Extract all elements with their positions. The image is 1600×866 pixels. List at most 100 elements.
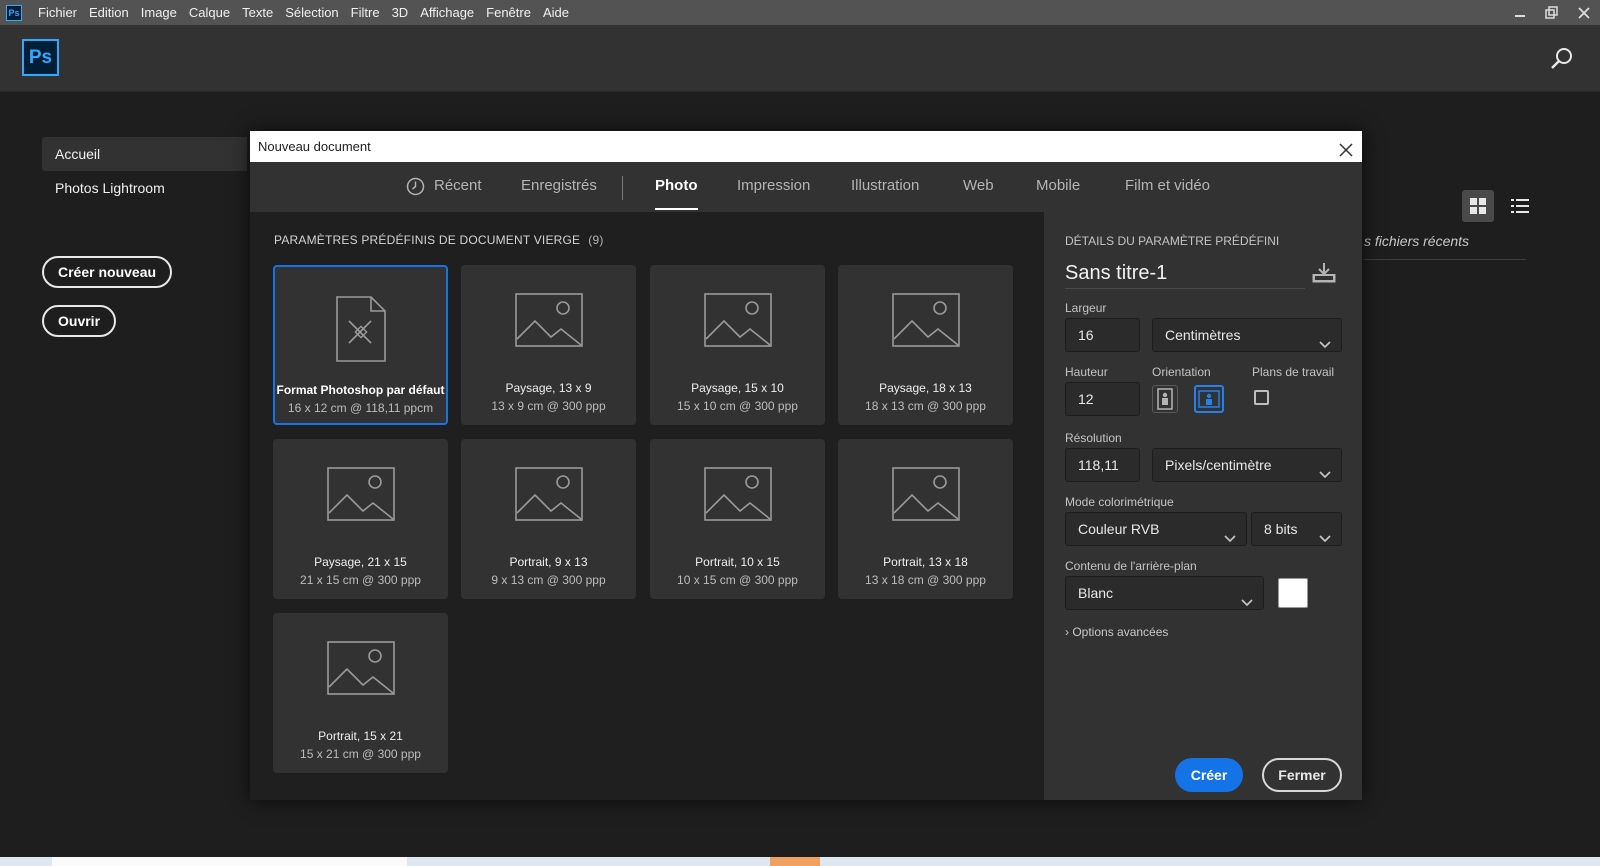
presets-count: (9)	[588, 233, 604, 247]
save-preset-icon[interactable]	[1312, 262, 1336, 284]
artboards-checkbox[interactable]	[1254, 390, 1269, 405]
preset-card[interactable]: Paysage, 18 x 13 18 x 13 cm @ 300 ppp	[838, 265, 1013, 425]
bit-depth-select[interactable]: 8 bits	[1251, 512, 1342, 546]
preset-name: Paysage, 18 x 13	[879, 381, 972, 395]
background-color-swatch[interactable]	[1278, 578, 1308, 608]
resolution-label: Résolution	[1065, 431, 1122, 445]
height-input[interactable]: 12	[1065, 382, 1140, 416]
preset-card[interactable]: Portrait, 9 x 13 9 x 13 cm @ 300 ppp	[461, 439, 636, 599]
preset-details-panel: DÉTAILS DU PARAMÈTRE PRÉDÉFINI Sans titr…	[1044, 212, 1362, 800]
close-button[interactable]: Fermer	[1262, 758, 1342, 792]
taskbar-segment	[52, 857, 407, 866]
image-icon	[273, 641, 448, 695]
presets-heading: PARAMÈTRES PRÉDÉFINIS DE DOCUMENT VIERGE…	[274, 233, 604, 247]
tab-saved[interactable]: Enregistrés	[521, 162, 597, 212]
preset-card[interactable]: Portrait, 13 x 18 13 x 18 cm @ 300 ppp	[838, 439, 1013, 599]
preset-name: Portrait, 15 x 21	[318, 729, 403, 743]
portrait-orientation-icon[interactable]	[1152, 385, 1178, 413]
color-mode-value: Couleur RVB	[1078, 521, 1160, 537]
menu-fichier[interactable]: Fichier	[32, 0, 83, 25]
image-icon	[838, 467, 1013, 521]
menu-aide[interactable]: Aide	[537, 0, 575, 25]
tab-mobile[interactable]: Mobile	[1036, 162, 1080, 212]
preset-card[interactable]: Portrait, 15 x 21 15 x 21 cm @ 300 ppp	[273, 613, 448, 773]
background-label: Contenu de l'arrière-plan	[1065, 559, 1197, 573]
color-mode-select[interactable]: Couleur RVB	[1065, 512, 1247, 546]
close-window-icon[interactable]	[1568, 0, 1600, 25]
image-icon	[838, 293, 1013, 347]
sidebar-item-photos-lightroom[interactable]: Photos Lightroom	[42, 171, 247, 205]
chevron-down-icon	[1319, 459, 1331, 479]
preset-desc: 10 x 15 cm @ 300 ppp	[677, 573, 798, 587]
preset-card[interactable]: Format Photoshop par défaut 16 x 12 cm @…	[273, 265, 448, 425]
grid-view-icon[interactable]	[1462, 190, 1494, 222]
document-icon	[275, 295, 446, 365]
menu-bar: Ps Fichier Edition Image Calque Texte Sé…	[0, 0, 1600, 25]
bit-depth-value: 8 bits	[1264, 521, 1298, 537]
tab-recent[interactable]: Récent	[434, 162, 482, 212]
advanced-options-label: Options avancées	[1072, 625, 1169, 639]
menu-filtre[interactable]: Filtre	[345, 0, 386, 25]
tab-print[interactable]: Impression	[737, 162, 810, 212]
orientation-label: Orientation	[1152, 365, 1211, 379]
menu-texte[interactable]: Texte	[236, 0, 279, 25]
tab-web[interactable]: Web	[963, 162, 994, 212]
restore-icon[interactable]	[1536, 0, 1568, 25]
close-icon[interactable]	[1338, 138, 1354, 157]
background-select[interactable]: Blanc	[1065, 576, 1264, 610]
menu-selection[interactable]: Sélection	[279, 0, 344, 25]
preset-card[interactable]: Portrait, 10 x 15 10 x 15 cm @ 300 ppp	[650, 439, 825, 599]
tab-film-video[interactable]: Film et vidéo	[1125, 162, 1210, 212]
advanced-options-toggle[interactable]: › Options avancées	[1065, 625, 1168, 639]
image-icon	[273, 467, 448, 521]
preset-desc: 15 x 10 cm @ 300 ppp	[677, 399, 798, 413]
image-icon	[650, 467, 825, 521]
width-input[interactable]: 16	[1065, 318, 1140, 352]
menu-calque[interactable]: Calque	[183, 0, 236, 25]
chevron-down-icon	[1224, 523, 1236, 543]
preset-name: Portrait, 10 x 15	[695, 555, 780, 569]
photoshop-logo[interactable]: Ps	[22, 39, 59, 76]
width-unit-select[interactable]: Centimètres	[1152, 318, 1342, 352]
resolution-unit-select[interactable]: Pixels/centimètre	[1152, 448, 1342, 482]
open-button[interactable]: Ouvrir	[42, 305, 117, 337]
menu-edition[interactable]: Edition	[83, 0, 135, 25]
clock-icon	[406, 177, 425, 196]
artboards-label: Plans de travail	[1252, 365, 1335, 379]
dialog-titlebar: Nouveau document	[250, 131, 1362, 162]
resolution-input[interactable]: 118,11	[1065, 448, 1140, 482]
create-new-button[interactable]: Créer nouveau	[42, 256, 173, 288]
list-view-icon[interactable]	[1504, 190, 1536, 222]
tab-photo[interactable]: Photo	[655, 162, 698, 212]
preset-name: Portrait, 13 x 18	[883, 555, 968, 569]
document-name-input[interactable]: Sans titre-1	[1065, 257, 1305, 289]
menu-fenetre[interactable]: Fenêtre	[480, 0, 537, 25]
menu-3d[interactable]: 3D	[386, 0, 415, 25]
home-sidebar: Accueil Photos Lightroom	[42, 137, 247, 205]
new-document-dialog: Nouveau document Récent Enregistrés Phot…	[250, 131, 1362, 800]
tab-illustration[interactable]: Illustration	[851, 162, 919, 212]
taskbar-active-app[interactable]	[770, 857, 820, 866]
photoshop-app-icon[interactable]: Ps	[6, 4, 22, 21]
preset-desc: 9 x 13 cm @ 300 ppp	[491, 573, 606, 587]
menu-image[interactable]: Image	[135, 0, 183, 25]
window-controls	[1504, 0, 1600, 25]
details-heading: DÉTAILS DU PARAMÈTRE PRÉDÉFINI	[1065, 234, 1280, 248]
minimize-icon[interactable]	[1504, 0, 1536, 25]
preset-card[interactable]: Paysage, 13 x 9 13 x 9 cm @ 300 ppp	[461, 265, 636, 425]
color-mode-label: Mode colorimétrique	[1065, 495, 1174, 509]
preset-card[interactable]: Paysage, 15 x 10 15 x 10 cm @ 300 ppp	[650, 265, 825, 425]
recent-files-label: s fichiers récents	[1364, 233, 1470, 249]
sidebar-item-accueil[interactable]: Accueil	[42, 137, 247, 171]
recent-files-divider	[1364, 259, 1526, 260]
preset-name: Paysage, 15 x 10	[691, 381, 784, 395]
landscape-orientation-icon[interactable]	[1194, 385, 1224, 413]
create-button[interactable]: Créer	[1175, 758, 1243, 792]
preset-card[interactable]: Paysage, 21 x 15 21 x 15 cm @ 300 ppp	[273, 439, 448, 599]
width-unit-value: Centimètres	[1165, 327, 1241, 343]
search-icon[interactable]	[1550, 47, 1574, 71]
resolution-unit-value: Pixels/centimètre	[1165, 457, 1272, 473]
menu-affichage[interactable]: Affichage	[414, 0, 480, 25]
image-icon	[650, 293, 825, 347]
preset-name: Paysage, 21 x 15	[314, 555, 407, 569]
